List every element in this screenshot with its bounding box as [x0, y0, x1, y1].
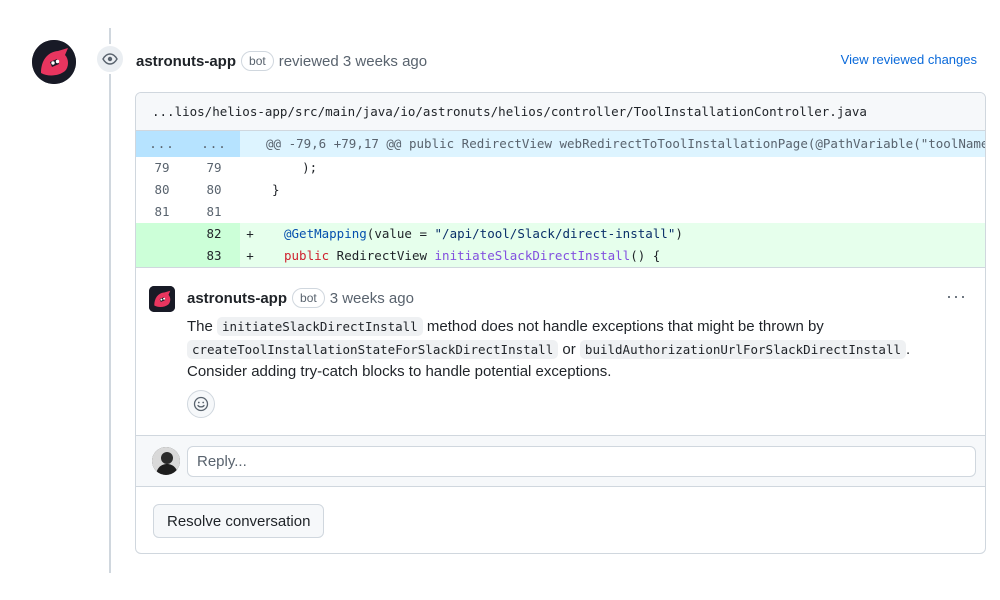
line-code: @GetMapping(value = "/api/tool/Slack/dir…: [260, 223, 985, 245]
code-string: "/api/tool/Slack/direct-install": [434, 226, 676, 241]
view-reviewed-changes-link[interactable]: View reviewed changes: [841, 52, 977, 67]
smiley-icon: [193, 396, 209, 412]
reply-input[interactable]: [187, 446, 976, 477]
review-eye-badge: [95, 44, 125, 74]
comment-timestamp[interactable]: 3 weeks ago: [330, 290, 414, 307]
diff-added-line: 82 + @GetMapping(value = "/api/tool/Slac…: [136, 223, 985, 245]
review-timestamp[interactable]: reviewed 3 weeks ago: [279, 53, 427, 70]
review-comment: astronuts-app bot 3 weeks ago ··· The in…: [136, 267, 985, 435]
code-annotation: @GetMapping: [284, 226, 367, 241]
comment-author-link[interactable]: astronuts-app: [187, 290, 287, 307]
new-line-number[interactable]: 80: [188, 179, 240, 201]
eye-icon: [102, 53, 118, 65]
file-path-header: ...lios/helios-app/src/main/java/io/astr…: [136, 93, 985, 131]
old-line-number: [136, 223, 188, 245]
code-text: () {: [630, 248, 661, 263]
line-code: );: [272, 160, 318, 175]
user-photo-icon: [152, 447, 180, 475]
comment-avatar[interactable]: [149, 286, 175, 312]
diff-context-line: 81 81: [136, 201, 985, 223]
comment-body: The initiateSlackDirectInstall method do…: [187, 316, 967, 384]
review-header: astronuts-app bot reviewed 3 weeks ago: [136, 50, 427, 72]
hunk-text: @@ -79,6 +79,17 @@ public RedirectView w…: [266, 136, 985, 151]
comment-text: or: [562, 340, 576, 358]
old-line-number: [136, 245, 188, 267]
code-text: ): [675, 226, 683, 241]
new-line-number[interactable]: 83: [188, 245, 240, 267]
diff-hunk-header: ... ... @@ -79,6 +79,17 @@ public Redire…: [136, 131, 985, 157]
diff-context-line: 79 79 );: [136, 157, 985, 179]
reply-area: [136, 435, 985, 487]
review-thread-card: ...lios/helios-app/src/main/java/io/astr…: [135, 92, 986, 554]
code-text: (value =: [366, 226, 435, 241]
astronuts-logo-icon: [149, 286, 175, 312]
comment-text: The: [187, 318, 213, 335]
line-code: }: [272, 182, 280, 197]
inline-code: createToolInstallationStateForSlackDirec…: [187, 339, 559, 359]
old-line-number[interactable]: 79: [136, 157, 188, 179]
new-line-number[interactable]: 79: [188, 157, 240, 179]
code-method: initiateSlackDirectInstall: [434, 248, 631, 263]
review-author-link[interactable]: astronuts-app: [136, 53, 236, 70]
hunk-expand-new[interactable]: ...: [188, 131, 240, 157]
code-keyword: public: [284, 248, 330, 263]
inline-code: buildAuthorizationUrlForSlackDirectInsta…: [579, 339, 906, 359]
added-sign: +: [246, 248, 254, 263]
new-line-number[interactable]: 81: [188, 201, 240, 223]
bot-badge: bot: [292, 288, 325, 308]
thread-footer: Resolve conversation: [136, 487, 985, 553]
diff-view: ... ... @@ -79,6 +79,17 @@ public Redire…: [136, 131, 985, 267]
resolve-conversation-button[interactable]: Resolve conversation: [153, 504, 325, 538]
file-path[interactable]: ...lios/helios-app/src/main/java/io/astr…: [152, 104, 867, 119]
code-text: RedirectView: [329, 248, 435, 263]
added-sign: +: [246, 226, 254, 241]
inline-code: initiateSlackDirectInstall: [217, 317, 423, 336]
old-line-number[interactable]: 81: [136, 201, 188, 223]
astronuts-avatar[interactable]: [32, 40, 76, 84]
hunk-expand-old[interactable]: ...: [136, 131, 188, 157]
kebab-horizontal-icon[interactable]: ···: [946, 286, 967, 306]
diff-added-line: 83 + public RedirectView initiateSlackDi…: [136, 245, 985, 267]
comment-text: Consider adding try-catch blocks to hand…: [187, 363, 612, 380]
current-user-avatar: [152, 447, 180, 475]
comment-text: method does not handle exceptions that m…: [426, 318, 824, 335]
comment-text: .: [906, 340, 911, 358]
bot-badge: bot: [241, 51, 274, 71]
comment-header: astronuts-app bot 3 weeks ago: [187, 288, 414, 308]
add-reaction-button[interactable]: [187, 390, 215, 418]
timeline-line: [109, 28, 111, 573]
new-line-number[interactable]: 82: [188, 223, 240, 245]
diff-context-line: 80 80 }: [136, 179, 985, 201]
old-line-number[interactable]: 80: [136, 179, 188, 201]
astronuts-logo-icon: [32, 40, 76, 84]
line-code: public RedirectView initiateSlackDirectI…: [260, 245, 985, 267]
